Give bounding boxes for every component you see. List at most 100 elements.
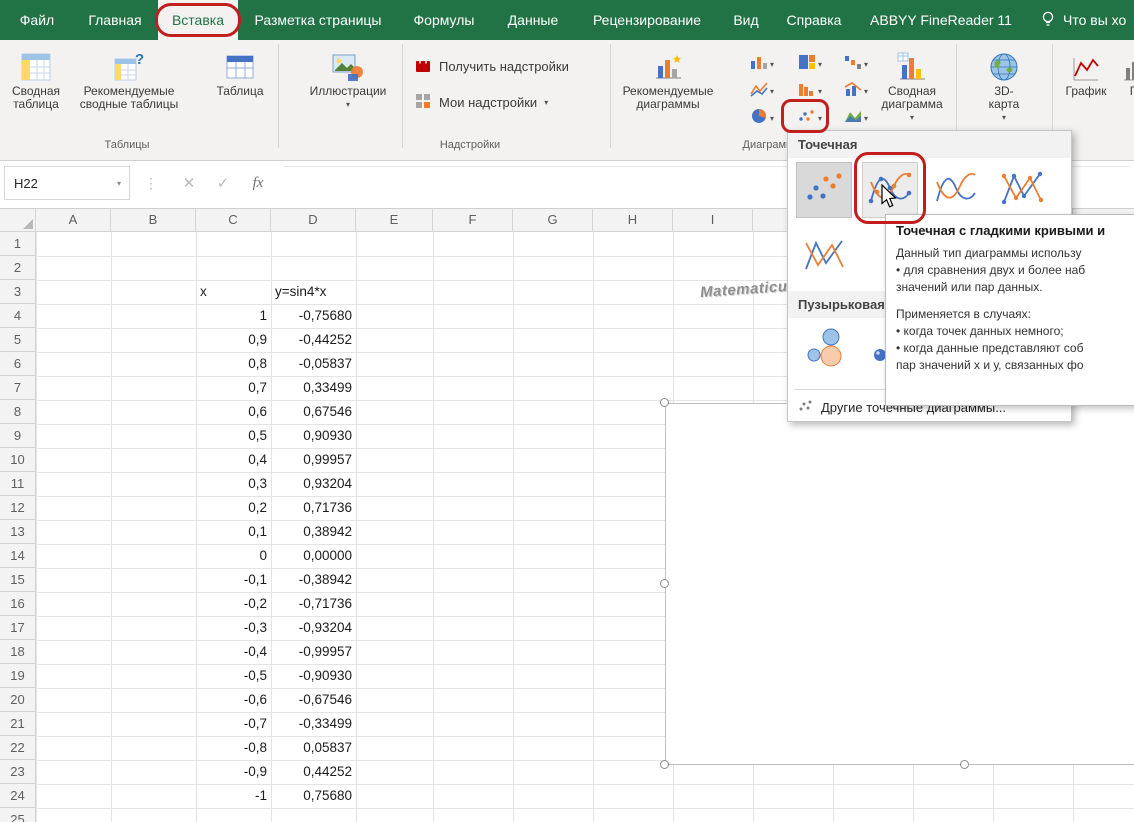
row-header-19[interactable]: 19 bbox=[0, 664, 36, 688]
cell-D4[interactable]: -0,75680 bbox=[271, 304, 356, 328]
cell-C21[interactable]: -0,7 bbox=[196, 712, 271, 736]
tab-home[interactable]: Главная bbox=[72, 0, 158, 40]
histogram-chart-button[interactable]: ▾ bbox=[788, 79, 832, 104]
chart-placeholder[interactable] bbox=[665, 403, 1134, 765]
cell-D7[interactable]: 0,33499 bbox=[271, 376, 356, 400]
illustrations-button[interactable]: Иллюстрации ▾ bbox=[298, 46, 398, 138]
cell-C4[interactable]: 1 bbox=[196, 304, 271, 328]
cell-C22[interactable]: -0,8 bbox=[196, 736, 271, 760]
cell-C13[interactable]: 0,1 bbox=[196, 520, 271, 544]
cell-D20[interactable]: -0,67546 bbox=[271, 688, 356, 712]
row-header-18[interactable]: 18 bbox=[0, 640, 36, 664]
column-header-C[interactable]: C bbox=[196, 208, 271, 232]
row-header-9[interactable]: 9 bbox=[0, 424, 36, 448]
cell-D23[interactable]: 0,44252 bbox=[271, 760, 356, 784]
select-all-corner[interactable] bbox=[0, 208, 36, 232]
chart-handle-mid-left[interactable] bbox=[660, 579, 669, 588]
cell-D22[interactable]: 0,05837 bbox=[271, 736, 356, 760]
name-box[interactable]: H22 ▾ bbox=[4, 166, 130, 200]
cell-D19[interactable]: -0,90930 bbox=[271, 664, 356, 688]
chart-handle-bottom-center[interactable] bbox=[960, 760, 969, 769]
cell-D8[interactable]: 0,67546 bbox=[271, 400, 356, 424]
tab-data[interactable]: Данные bbox=[496, 0, 570, 40]
row-header-23[interactable]: 23 bbox=[0, 760, 36, 784]
row-header-13[interactable]: 13 bbox=[0, 520, 36, 544]
row-header-11[interactable]: 11 bbox=[0, 472, 36, 496]
chart-handle-bottom-left[interactable] bbox=[660, 760, 669, 769]
cell-C16[interactable]: -0,2 bbox=[196, 592, 271, 616]
table-button[interactable]: Таблица bbox=[206, 46, 274, 138]
tab-view[interactable]: Вид bbox=[724, 0, 768, 40]
sparkline-histogram-button[interactable]: Ги bbox=[1114, 46, 1134, 138]
row-header-16[interactable]: 16 bbox=[0, 592, 36, 616]
cell-D17[interactable]: -0,93204 bbox=[271, 616, 356, 640]
cell-C19[interactable]: -0,5 bbox=[196, 664, 271, 688]
menu-item-scatter-straight-markers[interactable] bbox=[994, 162, 1050, 218]
column-header-F[interactable]: F bbox=[433, 208, 513, 232]
cell-C20[interactable]: -0,6 bbox=[196, 688, 271, 712]
row-header-2[interactable]: 2 bbox=[0, 256, 36, 280]
menu-item-scatter-smooth[interactable] bbox=[928, 162, 984, 218]
row-header-22[interactable]: 22 bbox=[0, 736, 36, 760]
column-header-A[interactable]: A bbox=[36, 208, 111, 232]
cancel-icon[interactable]: ✕ bbox=[176, 161, 202, 205]
pivot-chart-button[interactable]: Сводная диаграмма ▾ bbox=[870, 46, 954, 138]
treemap-chart-button[interactable]: ▾ bbox=[788, 52, 832, 77]
cell-D11[interactable]: 0,93204 bbox=[271, 472, 356, 496]
cell-D12[interactable]: 0,71736 bbox=[271, 496, 356, 520]
menu-item-bubble[interactable] bbox=[796, 321, 852, 377]
sparkline-line-button[interactable]: График bbox=[1056, 46, 1116, 138]
cell-C5[interactable]: 0,9 bbox=[196, 328, 271, 352]
tab-page-layout[interactable]: Разметка страницы bbox=[244, 0, 392, 40]
row-header-21[interactable]: 21 bbox=[0, 712, 36, 736]
recommended-charts-button[interactable]: Рекомендуемые диаграммы bbox=[616, 46, 720, 138]
row-header-17[interactable]: 17 bbox=[0, 616, 36, 640]
row-header-10[interactable]: 10 bbox=[0, 448, 36, 472]
row-header-3[interactable]: 3 bbox=[0, 280, 36, 304]
cell-C7[interactable]: 0,7 bbox=[196, 376, 271, 400]
cell-D21[interactable]: -0,33499 bbox=[271, 712, 356, 736]
row-header-4[interactable]: 4 bbox=[0, 304, 36, 328]
cell-C3[interactable]: x bbox=[196, 280, 271, 304]
row-header-6[interactable]: 6 bbox=[0, 352, 36, 376]
cell-C18[interactable]: -0,4 bbox=[196, 640, 271, 664]
row-header-5[interactable]: 5 bbox=[0, 328, 36, 352]
row-header-14[interactable]: 14 bbox=[0, 544, 36, 568]
tab-abbyy-finereader[interactable]: ABBYY FineReader 11 bbox=[858, 0, 1024, 40]
cell-C15[interactable]: -0,1 bbox=[196, 568, 271, 592]
tab-formulas[interactable]: Формулы bbox=[398, 0, 490, 40]
insert-function-button[interactable]: fx bbox=[244, 161, 272, 205]
cell-D15[interactable]: -0,38942 bbox=[271, 568, 356, 592]
cell-C9[interactable]: 0,5 bbox=[196, 424, 271, 448]
cell-C14[interactable]: 0 bbox=[196, 544, 271, 568]
cell-D13[interactable]: 0,38942 bbox=[271, 520, 356, 544]
cell-D9[interactable]: 0,90930 bbox=[271, 424, 356, 448]
pivot-table-button[interactable]: Сводная таблица bbox=[4, 46, 68, 138]
get-addins-button[interactable]: Получить надстройки bbox=[414, 56, 569, 77]
cell-C6[interactable]: 0,8 bbox=[196, 352, 271, 376]
column-header-G[interactable]: G bbox=[513, 208, 593, 232]
cell-C12[interactable]: 0,2 bbox=[196, 496, 271, 520]
cell-D10[interactable]: 0,99957 bbox=[271, 448, 356, 472]
row-header-7[interactable]: 7 bbox=[0, 376, 36, 400]
cell-C11[interactable]: 0,3 bbox=[196, 472, 271, 496]
tell-me-search[interactable]: Что вы хо bbox=[1040, 0, 1134, 40]
pie-chart-button[interactable]: ▾ bbox=[740, 106, 784, 131]
column-header-I[interactable]: I bbox=[673, 208, 753, 232]
cell-D18[interactable]: -0,99957 bbox=[271, 640, 356, 664]
row-header-8[interactable]: 8 bbox=[0, 400, 36, 424]
recommended-pivots-button[interactable]: ? Рекомендуемые сводные таблицы bbox=[70, 46, 188, 138]
cell-D14[interactable]: 0,00000 bbox=[271, 544, 356, 568]
tab-insert[interactable]: Вставка bbox=[158, 0, 238, 40]
cell-D6[interactable]: -0,05837 bbox=[271, 352, 356, 376]
enter-icon[interactable]: ✓ bbox=[210, 161, 236, 205]
menu-item-scatter-straight[interactable] bbox=[796, 229, 852, 285]
row-header-12[interactable]: 12 bbox=[0, 496, 36, 520]
column-header-D[interactable]: D bbox=[271, 208, 356, 232]
cell-C10[interactable]: 0,4 bbox=[196, 448, 271, 472]
cell-D24[interactable]: 0,75680 bbox=[271, 784, 356, 808]
chart-handle-top-left[interactable] bbox=[660, 398, 669, 407]
column-header-B[interactable]: B bbox=[111, 208, 196, 232]
my-addins-button[interactable]: Мои надстройки ▾ bbox=[414, 92, 548, 113]
line-chart-button[interactable]: ▾ bbox=[740, 79, 784, 104]
